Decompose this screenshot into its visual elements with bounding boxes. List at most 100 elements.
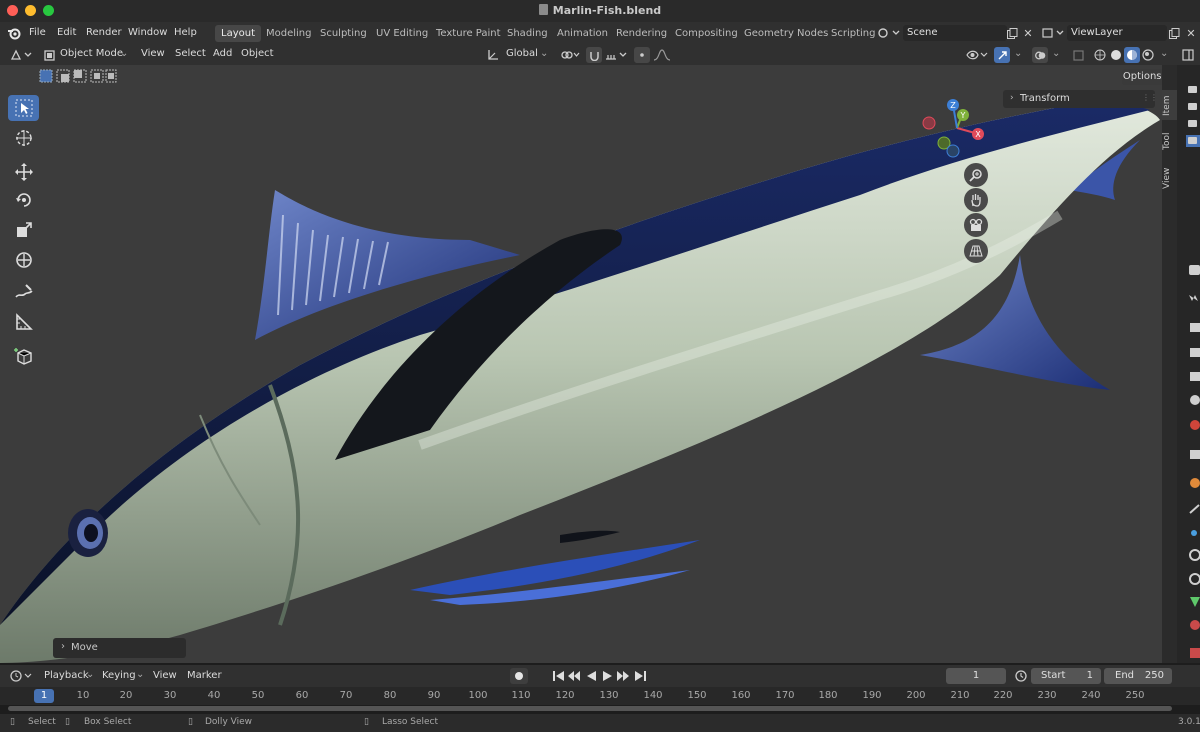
ruler-tick: 210 (950, 690, 970, 701)
tab-uv-editing[interactable]: UV Editing (370, 25, 434, 42)
sidebar-tab-tool[interactable]: Tool (1162, 128, 1177, 154)
end-frame-field[interactable]: End 250 (1104, 668, 1172, 684)
scene-name-field[interactable]: Scene (903, 25, 1007, 41)
move-tool[interactable] (8, 159, 39, 185)
navigation-gizmo[interactable]: X Y Z (915, 93, 995, 163)
menu-render[interactable]: Render (86, 27, 122, 38)
end-frame-label: End (1115, 670, 1135, 681)
rotate-tool[interactable] (8, 187, 39, 213)
tab-texture-paint[interactable]: Texture Paint (430, 25, 507, 42)
ruler-tick: 110 (511, 690, 531, 701)
annotate-tool[interactable] (8, 279, 39, 305)
transform-tool[interactable] (8, 247, 39, 273)
snap-icon[interactable] (586, 47, 602, 63)
tab-modeling[interactable]: Modeling (260, 25, 318, 42)
new-scene-icon[interactable] (1004, 25, 1020, 41)
wireframe-shading-icon[interactable] (1092, 47, 1108, 63)
clock-icon[interactable] (1013, 668, 1029, 684)
chevron-down-icon[interactable]: ⌄ (1014, 48, 1022, 59)
menu-help[interactable]: Help (174, 27, 197, 38)
material-preview-shading-icon[interactable] (1124, 47, 1140, 63)
zoom-view-icon[interactable] (964, 163, 988, 187)
proportional-editing-icon[interactable] (634, 47, 650, 63)
timeline-editor-type-icon[interactable] (8, 668, 34, 684)
jump-to-previous-keyframe-icon[interactable] (566, 668, 582, 684)
transform-panel-header[interactable]: › Transform ⋮⋮ (1003, 90, 1158, 108)
tab-shading[interactable]: Shading (501, 25, 554, 42)
delete-view-layer-icon[interactable]: ✕ (1183, 25, 1199, 41)
chevron-down-icon[interactable]: ⌄ (1052, 48, 1060, 59)
solid-shading-icon[interactable] (1108, 47, 1124, 63)
play-reverse-icon[interactable] (583, 668, 599, 684)
rendered-shading-icon[interactable] (1140, 47, 1156, 63)
play-icon[interactable] (599, 668, 615, 684)
blender-logo-icon[interactable] (6, 25, 22, 41)
jump-to-start-icon[interactable] (550, 668, 566, 684)
ruler-tick: 250 (1125, 690, 1145, 701)
scene-selector-icon[interactable] (876, 25, 902, 41)
mouse-left-icon: ▯ (10, 717, 15, 727)
new-view-layer-icon[interactable] (1166, 25, 1182, 41)
timeline-menu-view[interactable]: View (153, 670, 177, 681)
current-frame-field[interactable]: 1 (946, 668, 1006, 684)
jump-to-next-keyframe-icon[interactable] (615, 668, 631, 684)
chevron-down-icon[interactable]: ⌄ (1160, 48, 1168, 59)
tab-layout[interactable]: Layout (215, 25, 261, 42)
viewport-menu-object[interactable]: Object (241, 48, 274, 59)
xray-icon[interactable] (1070, 47, 1086, 63)
perspective-grid-icon[interactable] (964, 239, 988, 263)
viewport-menu-add[interactable]: Add (213, 48, 232, 59)
last-operator-panel[interactable]: › Move (53, 638, 186, 658)
axis-x-label: X (975, 130, 981, 139)
options-dropdown[interactable]: Options ⌄ (1122, 69, 1162, 85)
window-title-text: Marlin-Fish.blend (552, 4, 662, 17)
camera-view-icon[interactable] (964, 213, 988, 237)
toggle-sidebar-icon[interactable] (1180, 47, 1196, 63)
delete-scene-icon[interactable]: ✕ (1020, 25, 1036, 41)
tab-rendering[interactable]: Rendering (610, 25, 673, 42)
timeline-menu-marker[interactable]: Marker (187, 670, 222, 681)
pan-view-hand-icon[interactable] (964, 188, 988, 212)
menu-file[interactable]: File (29, 27, 46, 38)
properties-tab-icons[interactable] (1177, 65, 1200, 663)
viewport-menu-view[interactable]: View (141, 48, 165, 59)
overlays-icon[interactable] (1032, 47, 1048, 63)
transform-panel-label: Transform (1020, 93, 1070, 104)
menu-window[interactable]: Window (128, 27, 167, 38)
record-keyframe-icon[interactable] (510, 668, 528, 684)
select-box-tool[interactable] (8, 95, 39, 121)
view-layer-field[interactable]: ViewLayer (1067, 25, 1167, 41)
sidebar-tab-view[interactable]: View (1162, 163, 1177, 193)
snap-target-icon[interactable] (603, 47, 629, 63)
tab-sculpting[interactable]: Sculpting (314, 25, 373, 42)
editor-type-icon[interactable] (8, 47, 34, 63)
transform-orientation-dropdown[interactable]: Global (506, 48, 538, 59)
cursor-tool[interactable] (8, 125, 39, 151)
tab-compositing[interactable]: Compositing (669, 25, 744, 42)
view-layer-selector-icon[interactable] (1040, 25, 1066, 41)
gizmo-toggle-icon[interactable] (994, 47, 1010, 63)
timeline-menu-playback[interactable]: Playback (44, 670, 89, 681)
3d-viewport[interactable]: Options ⌄ › Transform ⋮⋮ X Y Z › Move (0, 65, 1162, 663)
object-mode-dropdown[interactable]: Object Mode (60, 48, 123, 59)
menu-edit[interactable]: Edit (57, 27, 76, 38)
timeline-scrollbar[interactable] (8, 706, 1172, 711)
chevron-right-icon: › (1010, 93, 1014, 103)
jump-to-end-icon[interactable] (632, 668, 648, 684)
sidebar-tab-item[interactable]: Item (1162, 93, 1177, 119)
measure-tool[interactable] (8, 309, 39, 335)
tab-geometry-nodes[interactable]: Geometry Nodes (738, 25, 834, 42)
scale-tool[interactable] (8, 217, 39, 243)
drag-handle-icon[interactable]: ⋮⋮ (1142, 93, 1158, 102)
tab-scripting[interactable]: Scripting (825, 25, 881, 42)
falloff-icon[interactable] (651, 47, 673, 63)
visibility-icon[interactable] (964, 47, 990, 63)
timeline-menu-keying[interactable]: Keying (102, 670, 136, 681)
ruler-tick: 50 (251, 690, 265, 701)
timeline-ruler[interactable]: 1 10 20 30 40 50 60 70 80 90 100 110 120… (0, 687, 1200, 705)
tab-animation[interactable]: Animation (551, 25, 614, 42)
viewport-menu-select[interactable]: Select (175, 48, 206, 59)
start-frame-field[interactable]: Start 1 (1031, 668, 1101, 684)
pivot-point-icon[interactable] (558, 47, 582, 63)
add-cube-tool[interactable] (8, 343, 39, 369)
